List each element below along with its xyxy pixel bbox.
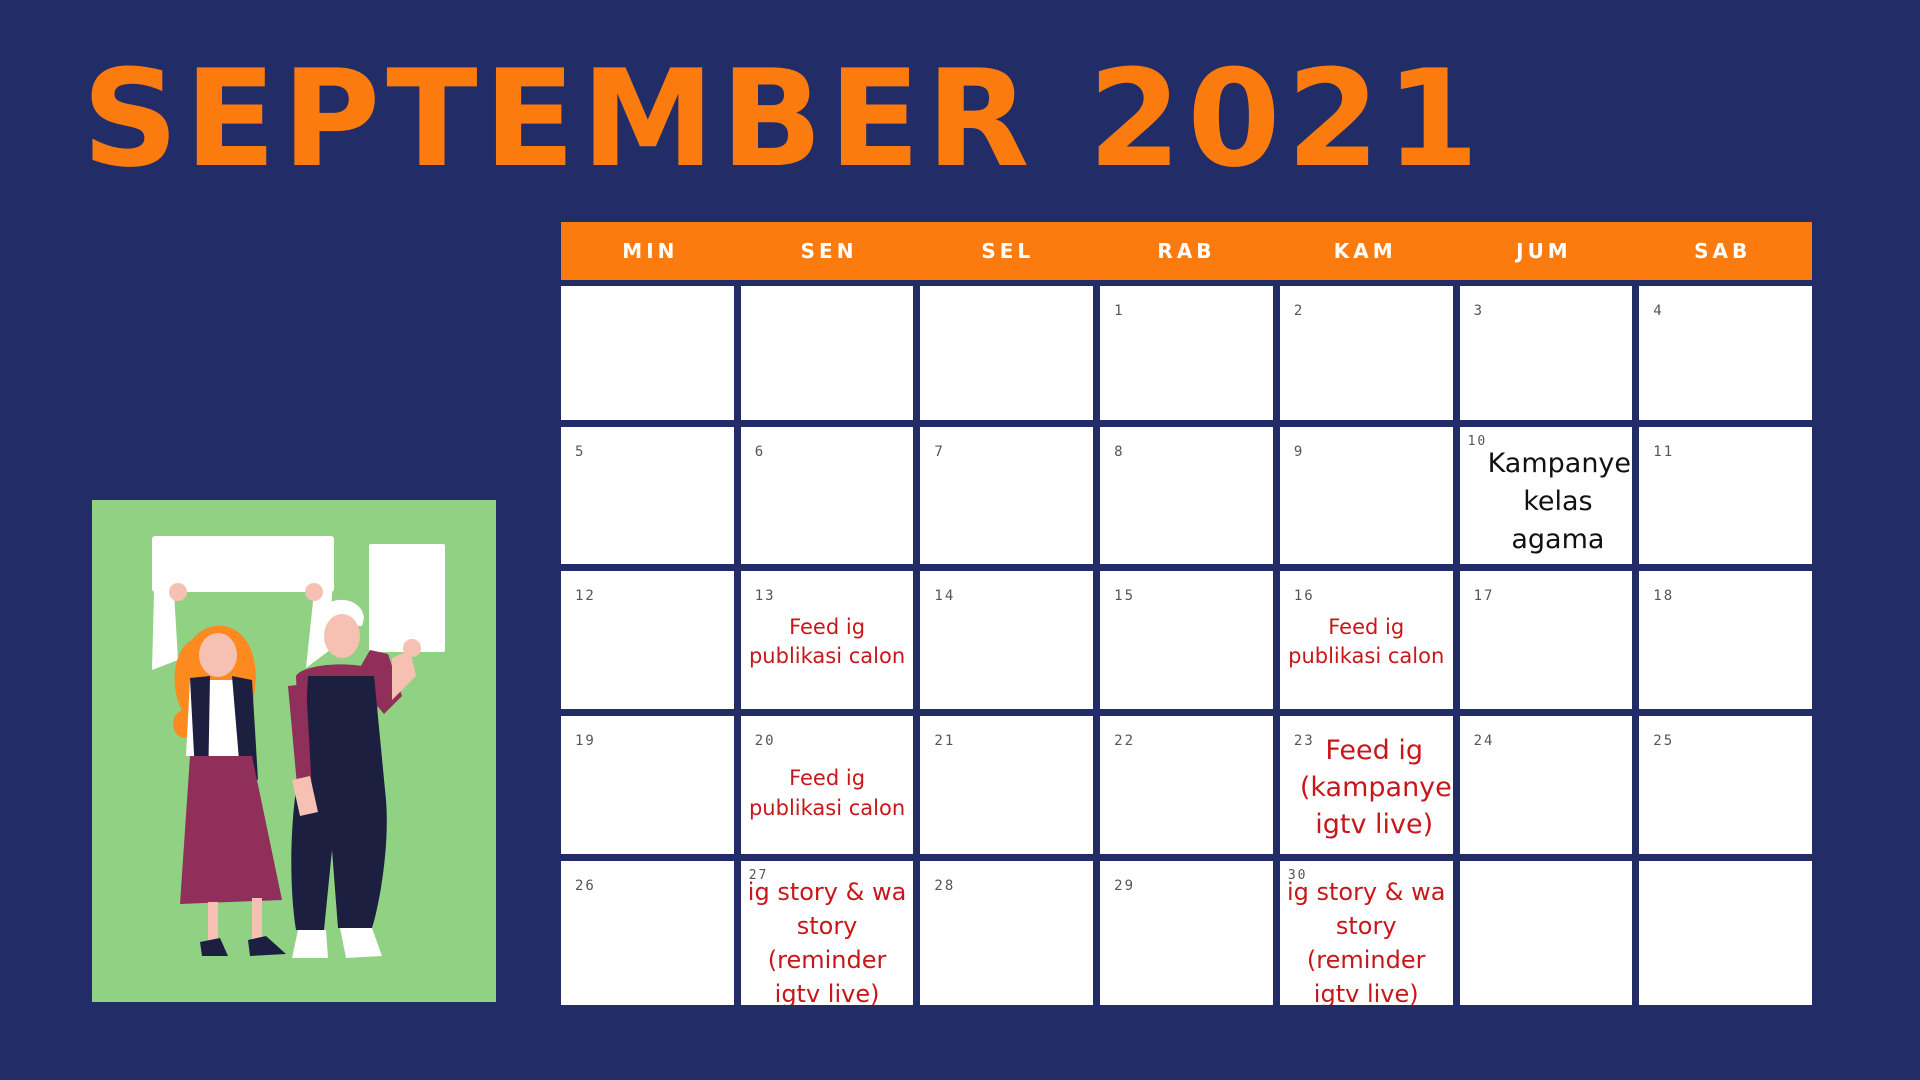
weekday-label: KAM: [1333, 239, 1397, 263]
calendar-title: SEPTEMBER 2021: [82, 41, 1485, 197]
day-cell: 3: [1459, 286, 1633, 420]
weekday-label: SEL: [981, 239, 1035, 263]
event-note: ig story & wa story (reminder igtv live): [1286, 878, 1446, 1005]
day-cell-empty: [740, 286, 914, 420]
day-cell: 1: [1100, 286, 1273, 420]
day-number: 19: [575, 733, 596, 749]
day-cell-with-event: 16 Feed ig publikasi calon: [1279, 571, 1453, 709]
event-note: Feed ig publikasi calon: [748, 766, 906, 820]
day-number: 18: [1653, 588, 1675, 604]
day-cell: 15: [1100, 571, 1273, 709]
day-number: 3: [1473, 303, 1484, 319]
day-number: 2: [1293, 303, 1305, 319]
day-number: 28: [934, 878, 956, 894]
day-number: 6: [754, 444, 766, 460]
day-number: 14: [934, 588, 956, 604]
day-cell: 14: [920, 571, 1094, 709]
day-cell: 8: [1100, 427, 1273, 564]
weekday-label: RAB: [1157, 239, 1216, 263]
day-number: 13: [754, 588, 776, 604]
day-number: 16: [1293, 588, 1315, 604]
day-number: 12: [575, 588, 596, 604]
weekday-label: SEN: [800, 239, 858, 263]
day-cell-with-event: 10 Kampanye kelas agama: [1459, 427, 1633, 564]
day-cell: 22: [1100, 716, 1273, 854]
day-cell: 25: [1639, 716, 1812, 854]
day-number: 5: [575, 444, 586, 460]
day-number: 15: [1114, 588, 1135, 604]
event-note: ig story & wa story (reminder igtv live): [747, 878, 907, 1005]
day-cell-with-event: 30 ig story & wa story (reminder igtv li…: [1279, 861, 1453, 1005]
day-cell: 7: [920, 427, 1094, 564]
day-cell: 5: [561, 427, 734, 564]
day-cell: 21: [920, 716, 1094, 854]
day-number: 11: [1653, 444, 1675, 460]
day-cell: 19: [561, 716, 734, 854]
event-note: Feed ig publikasi calon: [748, 615, 906, 668]
day-cell: 9: [1279, 427, 1453, 564]
day-cell: 29: [1100, 861, 1273, 1005]
day-cell-with-event: 20 Feed ig publikasi calon: [740, 716, 914, 854]
day-cell: 17: [1459, 571, 1633, 709]
day-number: 25: [1653, 733, 1675, 749]
day-number: 9: [1293, 444, 1305, 460]
day-cell: 12: [561, 571, 734, 709]
day-grid: 1 2 3 4 5 6 7 8 9 10 Kampanye kelas agam…: [561, 286, 1812, 1005]
day-cell-empty: [1459, 861, 1633, 1005]
day-number: 4: [1653, 303, 1664, 319]
day-cell: 4: [1639, 286, 1812, 420]
day-number: 10: [1467, 434, 1488, 449]
calendar: MIN SEN SEL RAB KAM JUM SAB 1 2 3 4 5 6 …: [561, 222, 1812, 1005]
day-cell-with-event: 23 Feed ig (kampanye igtv live): [1279, 716, 1453, 854]
day-cell: 6: [740, 427, 914, 564]
people-holding-signs-illustration: [92, 500, 496, 1002]
event-note: Kampanye kelas agama: [1487, 448, 1632, 555]
weekday-label: MIN: [622, 239, 679, 263]
event-note: Feed ig (kampanye igtv live): [1299, 735, 1452, 840]
day-number: 8: [1114, 444, 1125, 460]
event-note: Feed ig publikasi calon: [1288, 615, 1445, 668]
day-number: 24: [1473, 733, 1495, 749]
day-cell: 26: [561, 861, 734, 1005]
day-cell-with-event: 27 ig story & wa story (reminder igtv li…: [740, 861, 914, 1005]
day-cell: 2: [1279, 286, 1453, 420]
day-number: 20: [754, 733, 776, 749]
weekday-header: MIN SEN SEL RAB KAM JUM SAB: [561, 222, 1812, 280]
day-number: 21: [934, 733, 956, 749]
weekday-label: JUM: [1516, 239, 1572, 263]
day-cell: 11: [1639, 427, 1812, 564]
day-number: 22: [1114, 733, 1135, 749]
day-cell-empty: [561, 286, 734, 420]
day-cell-empty: [1639, 861, 1812, 1005]
day-cell: 24: [1459, 716, 1633, 854]
day-cell: 28: [920, 861, 1094, 1005]
day-cell: 18: [1639, 571, 1812, 709]
day-number: 1: [1114, 303, 1125, 319]
day-number: 26: [575, 878, 596, 894]
day-number: 29: [1114, 878, 1135, 894]
day-cell-empty: [920, 286, 1094, 420]
day-cell-with-event: 13 Feed ig publikasi calon: [740, 571, 914, 709]
day-number: 7: [934, 444, 945, 460]
day-number: 17: [1473, 588, 1495, 604]
weekday-label: SAB: [1694, 239, 1752, 263]
